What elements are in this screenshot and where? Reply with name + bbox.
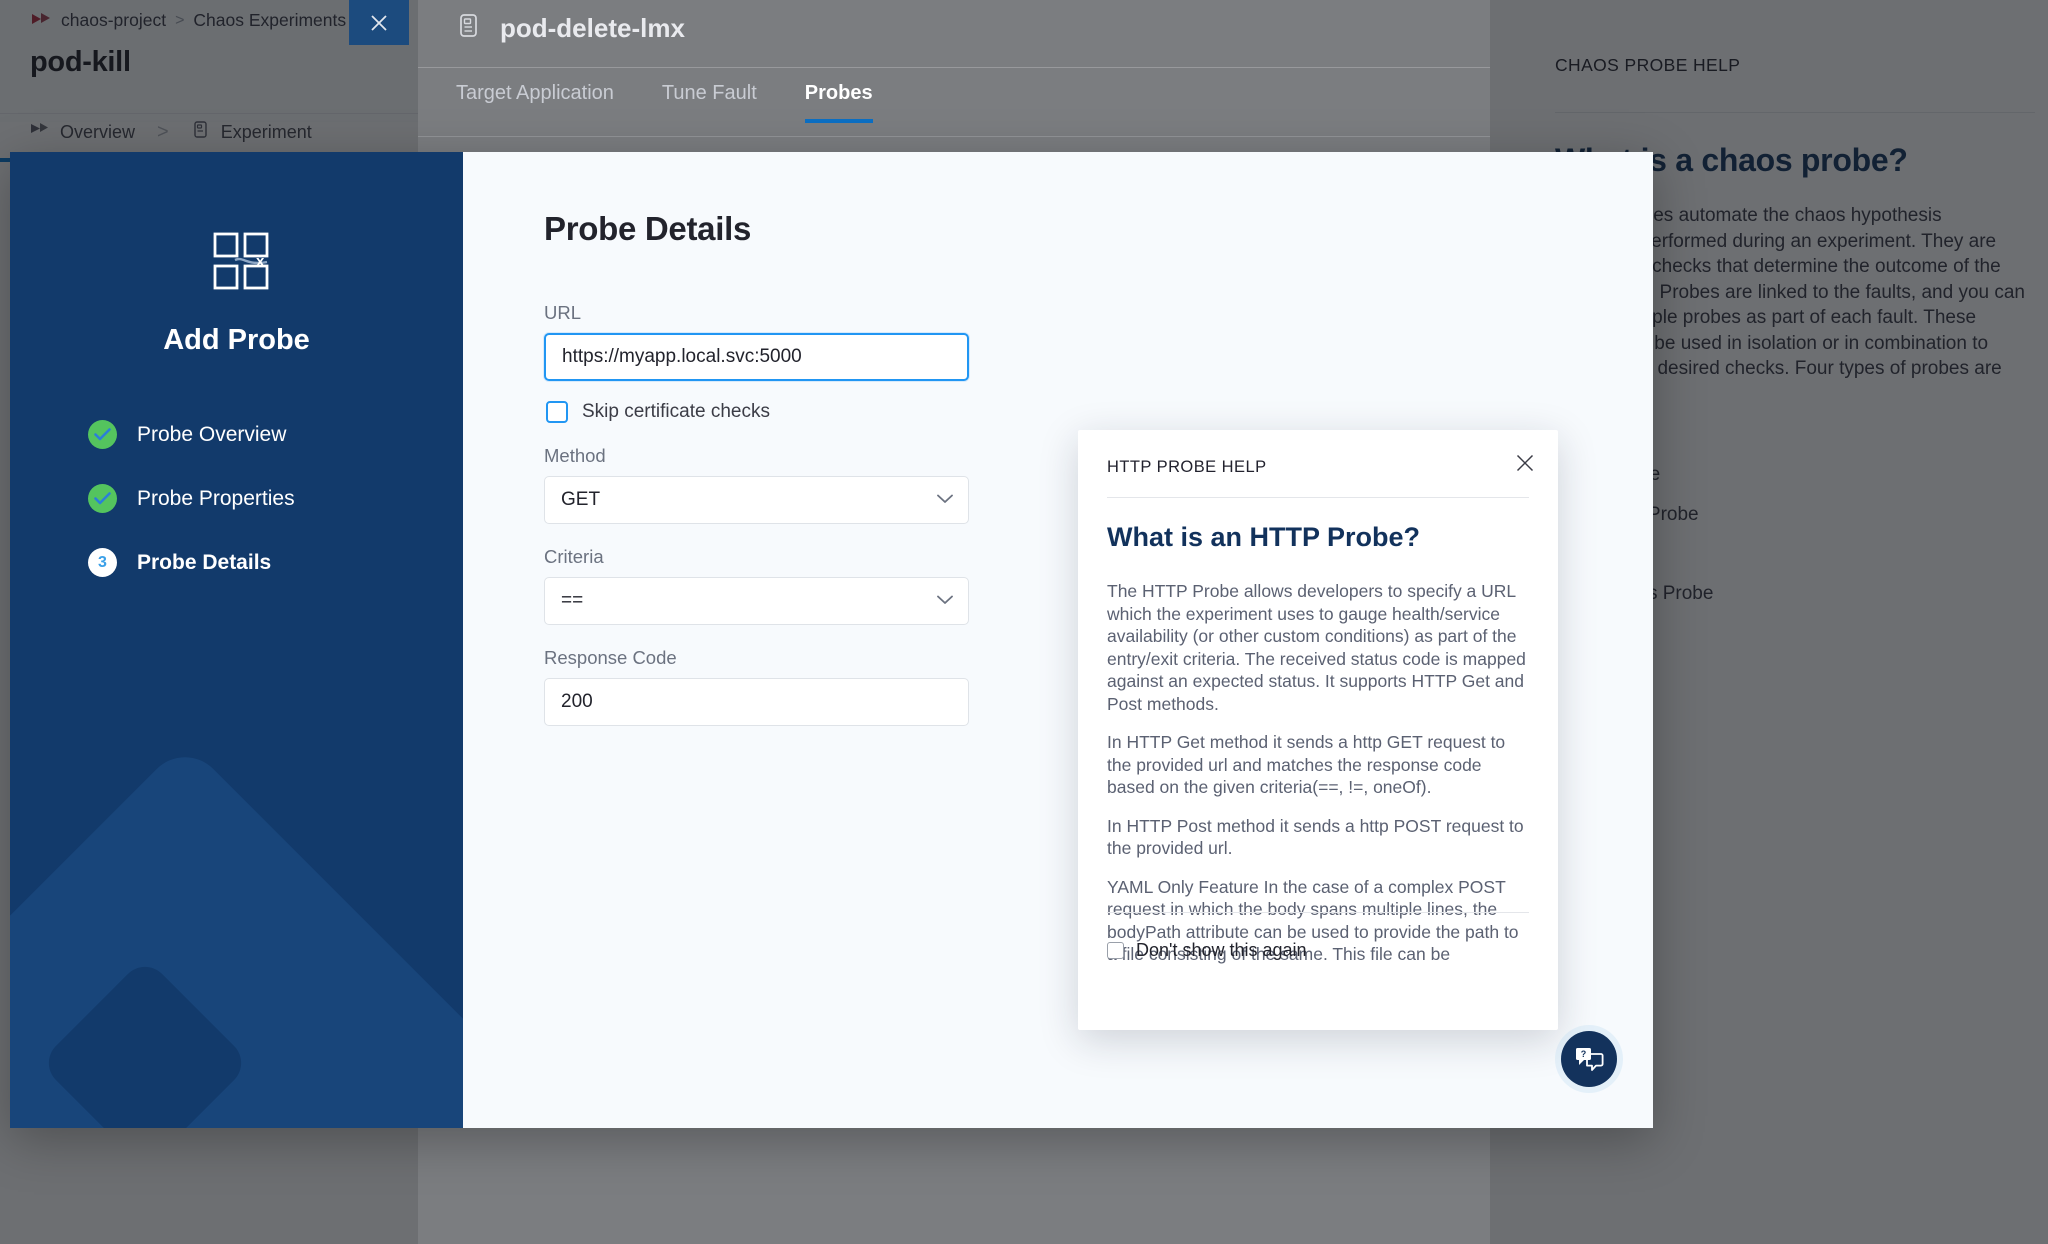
skip-certificate-label: Skip certificate checks [582, 401, 770, 422]
http-help-paragraph: In HTTP Get method it sends a http GET r… [1107, 732, 1506, 797]
tab-tune-fault[interactable]: Tune Fault [662, 82, 757, 123]
wizard-step-probe-overview[interactable]: Probe Overview [88, 420, 295, 449]
dont-show-again-checkbox[interactable] [1107, 942, 1124, 959]
wizard-step-probe-details[interactable]: 3 Probe Details [88, 548, 295, 577]
http-help-close-button[interactable] [1514, 452, 1536, 479]
chat-question-icon: ? [1576, 1048, 1604, 1071]
criteria-select-wrapper[interactable] [544, 577, 969, 625]
step-number-badge: 3 [88, 548, 117, 577]
wizard-step-probe-properties[interactable]: Probe Properties [88, 484, 295, 513]
close-drawer-button[interactable] [349, 0, 409, 45]
http-probe-help-popover: HTTP PROBE HELP What is an HTTP Probe? T… [1078, 430, 1558, 1030]
probe-grid-icon: x [213, 232, 275, 294]
close-icon [1516, 454, 1534, 472]
close-icon [371, 14, 387, 31]
wizard-steps: Probe Overview Probe Properties 3 Probe … [88, 420, 295, 577]
dont-show-again-label: Don't show this again [1136, 940, 1307, 960]
skip-certificate-checkbox[interactable] [546, 401, 568, 423]
http-help-footer-divider [1107, 912, 1529, 913]
method-select-wrapper[interactable] [544, 476, 969, 524]
probe-details-heading: Probe Details [544, 210, 752, 247]
url-label: URL [544, 302, 582, 323]
step-label: Probe Properties [137, 486, 295, 510]
svg-text:?: ? [1581, 1049, 1587, 1059]
http-help-heading: What is an HTTP Probe? [1107, 522, 1421, 552]
field-group-url: URL [544, 302, 969, 381]
probe-details-form: URL Skip certificate checks Method [544, 302, 969, 726]
form-spacer [544, 524, 969, 546]
fault-icon [456, 12, 482, 45]
url-input[interactable] [544, 333, 969, 381]
http-help-paragraph: The HTTP Probe allows developers to spec… [1107, 581, 1526, 714]
tab-probes[interactable]: Probes [804, 82, 873, 123]
field-group-response-code: Response Code [544, 647, 969, 726]
response-code-input[interactable] [544, 678, 969, 726]
skip-certificate-checks-row[interactable]: Skip certificate checks [546, 401, 969, 423]
step-complete-icon [88, 420, 117, 449]
field-group-criteria: Criteria [544, 546, 969, 625]
method-select[interactable] [544, 476, 969, 524]
fault-header: pod-delete-lmx [456, 12, 685, 45]
step-complete-icon [88, 484, 117, 513]
http-help-divider [1107, 497, 1529, 498]
http-help-eyebrow: HTTP PROBE HELP [1107, 458, 1267, 476]
tab-target-application[interactable]: Target Application [456, 82, 614, 123]
field-group-method: Method [544, 445, 969, 524]
sidebar-title: Add Probe [163, 324, 310, 356]
criteria-label: Criteria [544, 546, 604, 567]
add-probe-sidebar: x Add Probe Probe Overview Probe Propert… [10, 152, 463, 1128]
step-label: Probe Details [137, 550, 272, 574]
method-label: Method [544, 445, 606, 466]
form-spacer [544, 625, 969, 647]
chat-support-button[interactable]: ? [1561, 1031, 1617, 1087]
criteria-select[interactable] [544, 577, 969, 625]
fault-header-divider [418, 67, 1490, 68]
fault-title: pod-delete-lmx [500, 13, 685, 43]
http-help-body: The HTTP Probe allows developers to spec… [1107, 580, 1530, 982]
screen-root: chaos-project > Chaos Experiments pod-ki… [0, 0, 2048, 1244]
dont-show-again-row[interactable]: Don't show this again [1107, 940, 1307, 961]
response-code-label: Response Code [544, 647, 677, 668]
fault-tabs: Target Application Tune Fault Probes [456, 82, 873, 123]
step-label: Probe Overview [137, 422, 287, 446]
http-help-paragraph: In HTTP Post method it sends a http POST… [1107, 815, 1524, 859]
fault-tabs-divider [418, 136, 1490, 137]
svg-text:x: x [256, 253, 265, 270]
